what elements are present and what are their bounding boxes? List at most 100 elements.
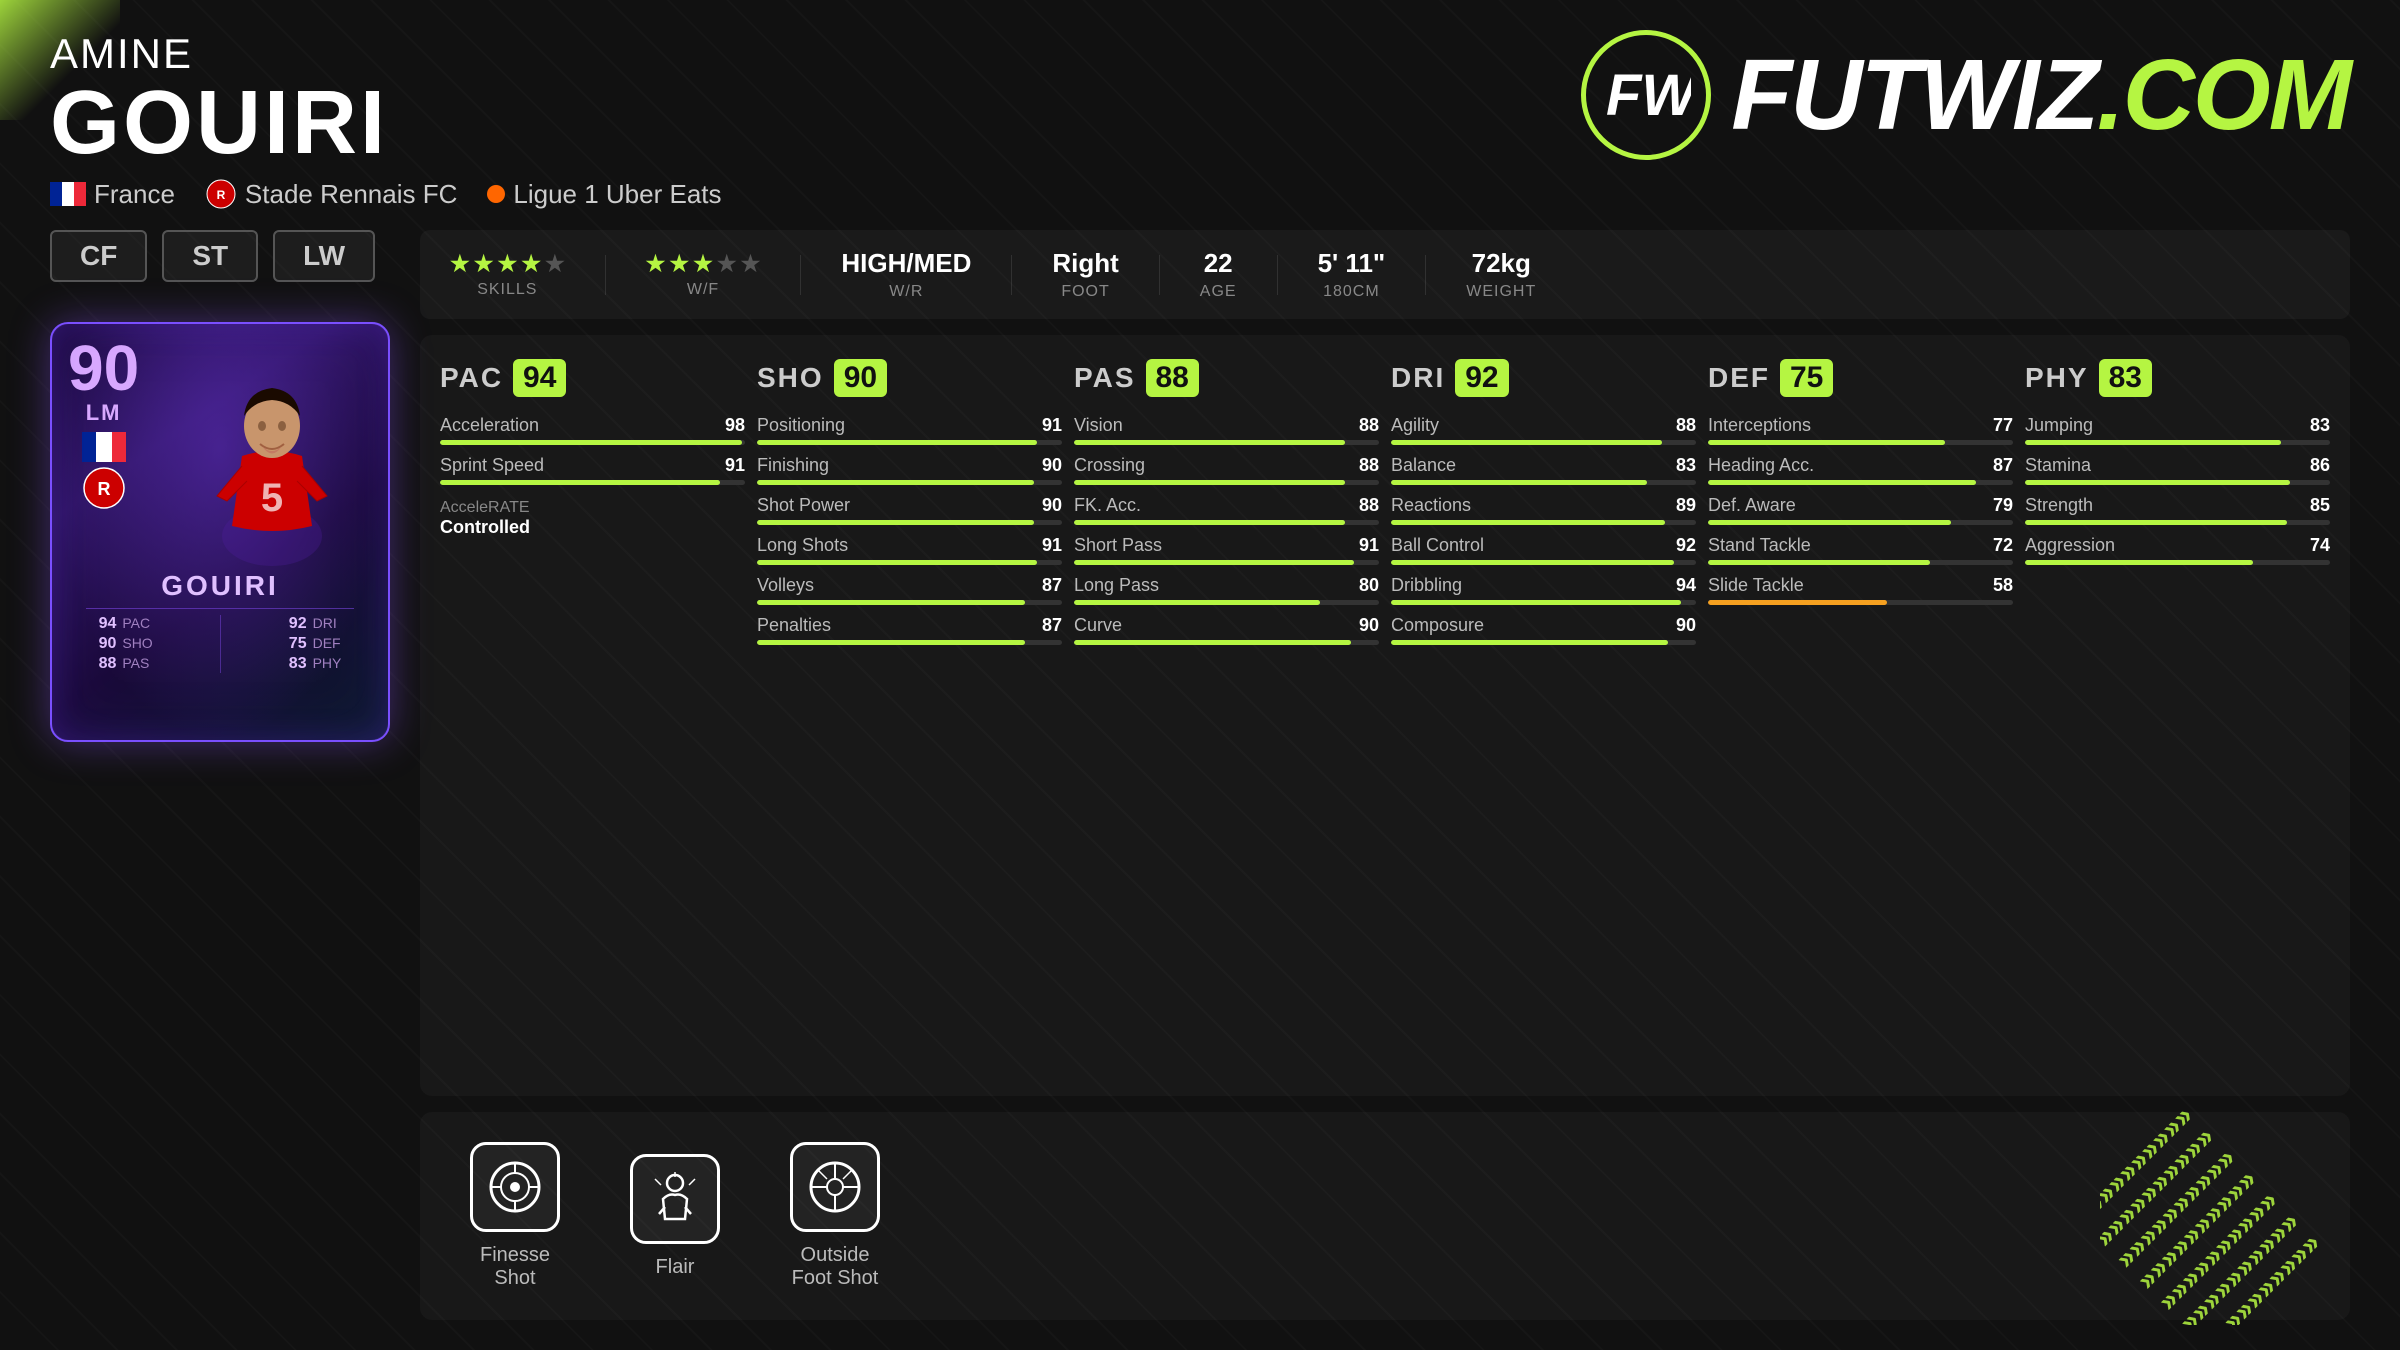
stat-row-pas-1: Crossing88 (1074, 455, 1379, 485)
country-label: France (94, 179, 175, 210)
card-flag-icon (82, 432, 126, 462)
star-filled-icon-4: ★ (521, 251, 541, 277)
card-position: LM (86, 400, 122, 426)
stat-bar-fill-sho-4 (757, 600, 1025, 605)
stat-val-phy-1: 86 (2310, 455, 2330, 476)
stat-val-sho-5: 87 (1042, 615, 1062, 636)
cat-val-pac: 94 (513, 359, 566, 397)
stat-bar-fill-dri-0 (1391, 440, 1662, 445)
stat-bar-dri-2 (1391, 520, 1696, 525)
stat-row-pac-1: Sprint Speed91 (440, 455, 745, 485)
stat-bar-fill-def-3 (1708, 560, 1930, 565)
stat-val-dri-0: 88 (1676, 415, 1696, 436)
stat-bar-phy-0 (2025, 440, 2330, 445)
wf-star-4: ★ (717, 251, 737, 277)
stat-bar-fill-sho-2 (757, 520, 1034, 525)
stat-bar-fill-def-2 (1708, 520, 1951, 525)
info-wr-val: HIGH/MED (841, 248, 971, 279)
stat-name-sho-2: Shot Power (757, 495, 850, 516)
trait-item-2: Outside Foot Shot (780, 1142, 890, 1290)
info-skills: ★ ★ ★ ★ ★ SKILLS (450, 251, 565, 299)
content-area: CF ST LW 90 LM (50, 230, 2350, 1320)
stat-name-pas-1: Crossing (1074, 455, 1145, 476)
stat-bar-fill-pac-0 (440, 440, 742, 445)
info-separator-5 (1277, 255, 1278, 295)
stat-val-dri-5: 90 (1676, 615, 1696, 636)
stat-row-pac-0: Acceleration98 (440, 415, 745, 445)
corner-decoration-br: »»»»»»»»»» »»»»»»»»»» »»»»»»»»»» »»»»»»»… (2100, 1045, 2380, 1330)
wf-star-3: ★ (693, 251, 713, 277)
stat-bar-fill-def-1 (1708, 480, 1976, 485)
stat-name-sho-4: Volleys (757, 575, 814, 596)
stat-bar-sho-5 (757, 640, 1062, 645)
stat-name-dri-1: Balance (1391, 455, 1456, 476)
card-player-area: 5 (172, 336, 372, 566)
stat-bar-pas-4 (1074, 600, 1379, 605)
card-stats: 94 PAC 90 SHO 88 PAS (69, 615, 371, 673)
info-separator-4 (1159, 255, 1160, 295)
trait-icon-2 (790, 1142, 880, 1232)
card-stat-dri: 92 DRI (289, 615, 342, 633)
stat-label-row-pas-2: FK. Acc.88 (1074, 495, 1379, 516)
stat-val-def-0: 77 (1993, 415, 2013, 436)
stat-label-row-def-4: Slide Tackle58 (1708, 575, 2013, 596)
info-weight: 72kg WEIGHT (1466, 248, 1536, 301)
meta-league: Ligue 1 Uber Eats (487, 179, 721, 210)
stat-bar-dri-3 (1391, 560, 1696, 565)
card-stat-pac-lbl: PAC (122, 615, 150, 633)
info-wf-val: ★ ★ ★ ★ ★ (646, 251, 761, 277)
cat-header-pac: PAC94 (440, 359, 745, 397)
card-stat-def: 75 DEF (289, 635, 342, 653)
cat-name-def: DEF (1708, 362, 1770, 394)
stat-label-row-phy-0: Jumping83 (2025, 415, 2330, 436)
stat-bar-dri-4 (1391, 600, 1696, 605)
stat-label-row-pas-0: Vision88 (1074, 415, 1379, 436)
stat-row-pas-3: Short Pass91 (1074, 535, 1379, 565)
cat-val-dri: 92 (1455, 359, 1508, 397)
stat-row-phy-0: Jumping83 (2025, 415, 2330, 445)
wf-star-2: ★ (669, 251, 689, 277)
card-stat-pac: 94 PAC (99, 615, 153, 633)
logo-domain: .COM (2097, 39, 2350, 151)
trait-name-1: Flair (656, 1256, 695, 1279)
stat-bar-fill-dri-1 (1391, 480, 1647, 485)
stat-label-row-def-1: Heading Acc.87 (1708, 455, 2013, 476)
card-stat-dri-lbl: DRI (313, 615, 337, 633)
position-badge-cf: CF (50, 230, 147, 282)
card-stat-sho: 90 SHO (99, 635, 153, 653)
card-stat-phy-val: 83 (289, 655, 307, 673)
card-club-icon: R (82, 466, 126, 510)
stat-name-dri-2: Reactions (1391, 495, 1471, 516)
stat-label-row-sho-2: Shot Power90 (757, 495, 1062, 516)
star-empty-icon: ★ (545, 251, 565, 277)
traits-section: Finesse Shot Flair Outside Foot Sho (420, 1112, 2350, 1320)
cat-name-phy: PHY (2025, 362, 2089, 394)
info-wr-label: W/R (889, 283, 923, 301)
stat-row-pas-0: Vision88 (1074, 415, 1379, 445)
logo-circle: FW (1581, 30, 1711, 160)
wf-star-1: ★ (646, 251, 666, 277)
stat-name-pac-0: Acceleration (440, 415, 539, 436)
stat-name-dri-0: Agility (1391, 415, 1439, 436)
info-age: 22 AGE (1200, 248, 1237, 301)
svg-text:R: R (217, 188, 226, 202)
info-foot-val: Right (1052, 248, 1118, 279)
stat-label-row-dri-4: Dribbling94 (1391, 575, 1696, 596)
accelerate-val: Controlled (440, 517, 745, 538)
stat-row-pas-2: FK. Acc.88 (1074, 495, 1379, 525)
stat-val-pas-4: 80 (1359, 575, 1379, 596)
finesse-shot-icon (485, 1157, 545, 1217)
stat-row-dri-4: Dribbling94 (1391, 575, 1696, 605)
stat-name-phy-3: Aggression (2025, 535, 2115, 556)
stat-name-sho-1: Finishing (757, 455, 829, 476)
stat-name-def-3: Stand Tackle (1708, 535, 1811, 556)
stat-label-row-sho-1: Finishing90 (757, 455, 1062, 476)
stat-label-row-pac-1: Sprint Speed91 (440, 455, 745, 476)
stat-row-sho-4: Volleys87 (757, 575, 1062, 605)
stat-row-pas-5: Curve90 (1074, 615, 1379, 645)
stat-row-dri-5: Composure90 (1391, 615, 1696, 645)
stat-val-def-1: 87 (1993, 455, 2013, 476)
info-age-val: 22 (1204, 248, 1233, 279)
card-stat-col-left: 94 PAC 90 SHO 88 PAS (99, 615, 153, 673)
stat-val-phy-2: 85 (2310, 495, 2330, 516)
